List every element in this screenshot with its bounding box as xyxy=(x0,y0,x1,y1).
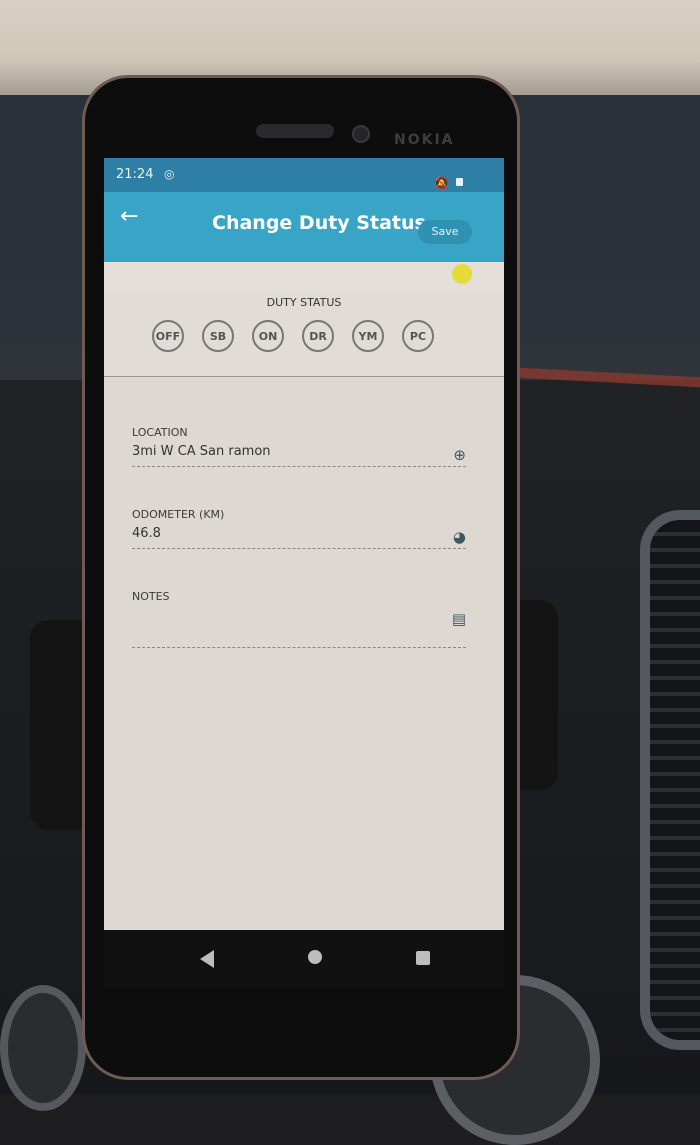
notes-underline xyxy=(132,647,466,648)
save-button[interactable]: Save xyxy=(418,220,472,244)
air-vent xyxy=(640,510,700,1050)
status-time: 21:24 xyxy=(116,167,154,182)
duty-dr-button[interactable]: DR xyxy=(302,320,334,352)
duty-status-section: DUTY STATUS OFF SB ON DR YM PC xyxy=(104,290,504,377)
duty-on-button[interactable]: ON xyxy=(252,320,284,352)
nav-home-icon[interactable] xyxy=(308,950,322,964)
duty-sb-button[interactable]: SB xyxy=(202,320,234,352)
location-status-icon: ◎ xyxy=(164,167,175,181)
odometer-label: ODOMETER (KM) xyxy=(132,508,225,521)
notes-value[interactable] xyxy=(132,625,466,643)
phone-screen: 21:24 ◎ 🔕 ← Change Duty Status Save DUTY… xyxy=(104,158,504,988)
back-arrow-icon[interactable]: ← xyxy=(120,204,138,229)
nav-back-icon[interactable] xyxy=(200,950,214,968)
notes-field[interactable]: NOTES ▤ xyxy=(132,590,466,648)
duty-status-options: OFF SB ON DR YM PC xyxy=(152,320,434,352)
gps-target-icon[interactable]: ⊕ xyxy=(453,446,466,464)
dashboard-knob-left xyxy=(0,985,86,1111)
app-bar: ← Change Duty Status Save xyxy=(104,192,504,262)
location-value[interactable]: 3mi W CA San ramon xyxy=(132,444,466,462)
odometer-field[interactable]: ODOMETER (KM) 46.8 ◕ xyxy=(132,508,466,549)
location-underline xyxy=(132,466,466,467)
status-bar: 21:24 ◎ 🔕 xyxy=(104,158,504,192)
duty-ym-button[interactable]: YM xyxy=(352,320,384,352)
status-strip xyxy=(104,262,504,290)
odometer-value[interactable]: 46.8 xyxy=(132,526,466,544)
android-nav-bar xyxy=(104,930,504,988)
lock-icon xyxy=(456,178,463,186)
speedometer-icon[interactable]: ◕ xyxy=(453,528,466,546)
phone-speaker xyxy=(256,124,334,138)
duty-pc-button[interactable]: PC xyxy=(402,320,434,352)
notes-label: NOTES xyxy=(132,590,170,603)
phone-brand: NOKIA xyxy=(394,132,455,148)
odometer-underline xyxy=(132,548,466,549)
location-label: LOCATION xyxy=(132,426,188,439)
duty-status-header: DUTY STATUS xyxy=(266,296,342,309)
duty-off-button[interactable]: OFF xyxy=(152,320,184,352)
front-camera-icon xyxy=(352,125,370,143)
nav-recents-icon[interactable] xyxy=(416,951,430,965)
notepad-icon[interactable]: ▤ xyxy=(452,610,466,628)
notification-off-icon: 🔕 xyxy=(434,176,449,190)
status-indicator-dot xyxy=(452,264,472,284)
page-title: Change Duty Status xyxy=(212,212,426,234)
location-field[interactable]: LOCATION 3mi W CA San ramon ⊕ xyxy=(132,426,466,467)
